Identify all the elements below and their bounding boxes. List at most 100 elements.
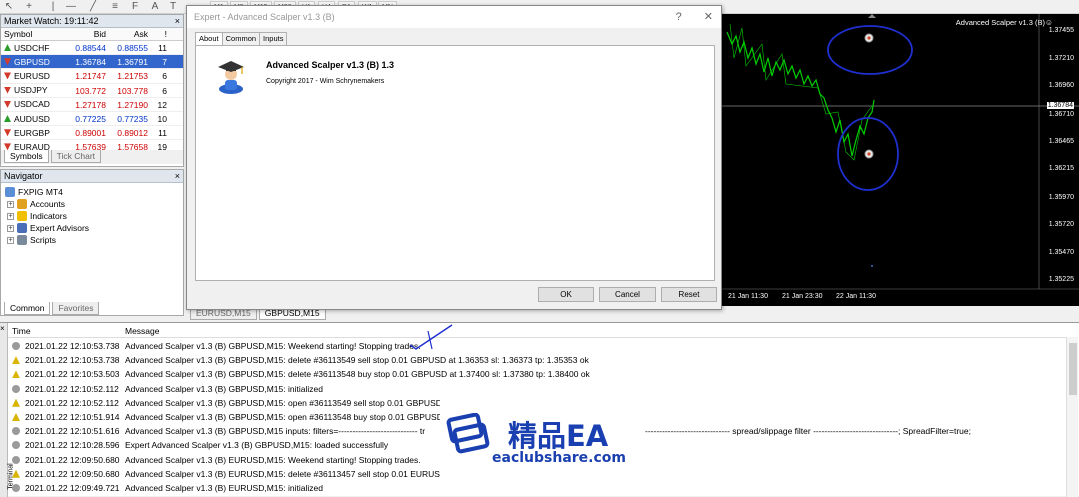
expert-advisors-icon (17, 223, 27, 233)
log-row[interactable]: 2021.01.22 12:10:53.738 Advanced Scalper … (8, 339, 1066, 353)
market-watch-title-text: Market Watch: 19:11:42 (4, 16, 99, 26)
market-watch-row[interactable]: GBPUSD 1.36784 1.36791 7 (1, 55, 183, 70)
watermark-url: eaclubshare.com (492, 450, 626, 466)
time-label: 21 Jan 11:30 (728, 293, 768, 300)
symbol-cell: EURUSD (1, 69, 71, 82)
spread-cell: 6 (162, 71, 167, 82)
spread-cell: 6 (162, 85, 167, 96)
price-label: 1.36710 (1048, 111, 1074, 118)
label-icon[interactable]: T (166, 1, 180, 13)
ask-cell: 1.21753 (117, 71, 148, 82)
time-label: 21 Jan 23:30 (782, 293, 823, 300)
navigator-item-label: Scripts (30, 235, 56, 245)
col-ask[interactable]: Ask (106, 28, 148, 40)
market-watch-panel: Market Watch: 19:11:42 × Symbol Bid Ask … (0, 14, 184, 167)
accounts-icon (17, 199, 27, 209)
expand-icon[interactable]: + (7, 224, 14, 232)
log-message: Expert Advanced Scalper v1.3 (B) GBPUSD,… (125, 440, 389, 451)
spread-cell: 12 (157, 99, 167, 110)
watermark-logo-icon (446, 413, 490, 454)
expand-icon[interactable]: + (7, 200, 14, 208)
info-icon (12, 384, 20, 393)
crosshair-icon[interactable]: + (22, 1, 36, 13)
tab-favorites[interactable]: Favorites (52, 302, 100, 315)
log-message: Advanced Scalper v1.3 (B) GBPUSD,M15: de… (125, 355, 589, 366)
text-icon[interactable]: A (148, 1, 162, 13)
navigator-item-expert-advisors[interactable]: + Expert Advisors (7, 222, 89, 234)
market-watch-row[interactable]: USDCAD 1.27178 1.27190 12 (1, 98, 183, 112)
warning-icon (12, 398, 20, 407)
horizontal-line-icon[interactable]: — (64, 1, 78, 13)
ask-cell: 103.778 (117, 85, 148, 96)
arrow-down-icon (4, 58, 11, 66)
navigator-item-scripts[interactable]: + Scripts (7, 234, 56, 246)
col-symbol[interactable]: Symbol (1, 28, 71, 40)
current-price-label: 1.36784 (1046, 102, 1074, 109)
navigator-item-indicators[interactable]: + Indicators (7, 210, 67, 222)
info-icon (12, 342, 20, 350)
tab-tick-chart[interactable]: Tick Chart (50, 150, 102, 163)
reset-button[interactable]: Reset (661, 287, 717, 302)
log-time: 2021.01.22 12:10:51.914 (25, 412, 120, 422)
chart-canvas (722, 14, 1079, 290)
log-message-tail: ------------------------------ spread/sl… (645, 426, 971, 437)
market-watch-row[interactable]: EURUSD 1.21747 1.21753 6 (1, 69, 183, 84)
col-bid[interactable]: Bid (71, 28, 106, 40)
market-watch-row[interactable]: AUDUSD 0.77225 0.77235 10 (1, 112, 183, 127)
tab-common[interactable]: Common (4, 302, 51, 315)
tab-inputs[interactable]: Inputs (259, 32, 288, 45)
vertical-line-icon[interactable]: | (46, 1, 60, 13)
channel-icon[interactable]: ≡ (108, 1, 122, 13)
log-time: 2021.01.22 12:09:49.721 (25, 483, 120, 493)
dialog-title: Expert - Advanced Scalper v1.3 (B) (194, 12, 335, 22)
trendline-icon[interactable]: ╱ (86, 1, 100, 13)
dialog-titlebar: Expert - Advanced Scalper v1.3 (B) ? ✕ (187, 6, 721, 28)
expand-icon[interactable]: + (7, 236, 14, 244)
expand-icon[interactable]: + (7, 212, 14, 220)
price-label: 1.37455 (1048, 27, 1074, 34)
log-message: Advanced Scalper v1.3 (B) EURUSD,M15: de… (125, 468, 456, 479)
tab-common[interactable]: Common (221, 32, 261, 45)
spread-cell: 11 (158, 43, 167, 53)
about-tab-panel: Advanced Scalper v1.3 (B) 1.3 Copyright … (195, 45, 715, 281)
close-icon[interactable]: × (0, 324, 5, 333)
navigator-root[interactable]: FXPIG MT4 (5, 186, 63, 198)
navigator-panel: Navigator × FXPIG MT4 + Accounts + Indic… (0, 169, 184, 316)
terminal-side-bar: × Terminal (0, 323, 15, 497)
ea-name: Advanced Scalper v1.3 (B) 1.3 (266, 60, 395, 70)
bid-cell: 1.21747 (75, 71, 106, 82)
warning-icon (12, 469, 20, 478)
symbol-cell: USDJPY (1, 84, 71, 97)
col-time[interactable]: Time (12, 325, 31, 338)
symbol-cell: EURGBP (1, 126, 71, 139)
market-watch-row[interactable]: USDCHF 0.88544 0.88555 11 (1, 41, 183, 56)
price-chart[interactable]: Advanced Scalper v1.3 (B) ☺ 1.37455 1.37… (722, 14, 1079, 306)
tab-about[interactable]: About (195, 32, 223, 45)
price-label: 1.35720 (1048, 221, 1074, 228)
terminal-icon (5, 187, 15, 197)
market-watch-row[interactable]: EURGBP 0.89001 0.89012 11 (1, 126, 183, 141)
ok-button[interactable]: OK (538, 287, 594, 302)
log-message: Advanced Scalper v1.3 (B) GBPUSD,M15: op… (125, 412, 453, 422)
expert-properties-dialog: Expert - Advanced Scalper v1.3 (B) ? ✕ A… (186, 5, 722, 310)
tab-symbols[interactable]: Symbols (4, 150, 49, 163)
price-label: 1.37210 (1048, 55, 1074, 62)
log-row[interactable]: 2021.01.22 12:10:53.738 Advanced Scalper … (8, 353, 1066, 367)
drawn-circle-top (827, 25, 913, 75)
log-row[interactable]: 2021.01.22 12:10:53.503 Advanced Scalper … (8, 367, 1066, 381)
log-scrollbar[interactable] (1066, 337, 1078, 497)
col-message[interactable]: Message (125, 325, 160, 338)
col-spread[interactable]: ! (148, 28, 171, 40)
navigator-item-accounts[interactable]: + Accounts (7, 198, 65, 210)
ask-cell: 0.77235 (117, 113, 148, 124)
close-icon[interactable]: × (175, 15, 180, 28)
close-button[interactable]: ✕ (704, 6, 713, 28)
cancel-button[interactable]: Cancel (599, 287, 656, 302)
fibonacci-icon[interactable]: F (128, 1, 142, 13)
scrollbar-thumb[interactable] (1069, 343, 1077, 395)
log-message: Advanced Scalper v1.3 (B) GBPUSD,M15 inp… (125, 426, 426, 437)
help-button[interactable]: ? (676, 6, 682, 28)
cursor-icon[interactable]: ↖ (2, 1, 16, 13)
close-icon[interactable]: × (175, 170, 180, 183)
market-watch-row[interactable]: USDJPY 103.772 103.778 6 (1, 84, 183, 98)
